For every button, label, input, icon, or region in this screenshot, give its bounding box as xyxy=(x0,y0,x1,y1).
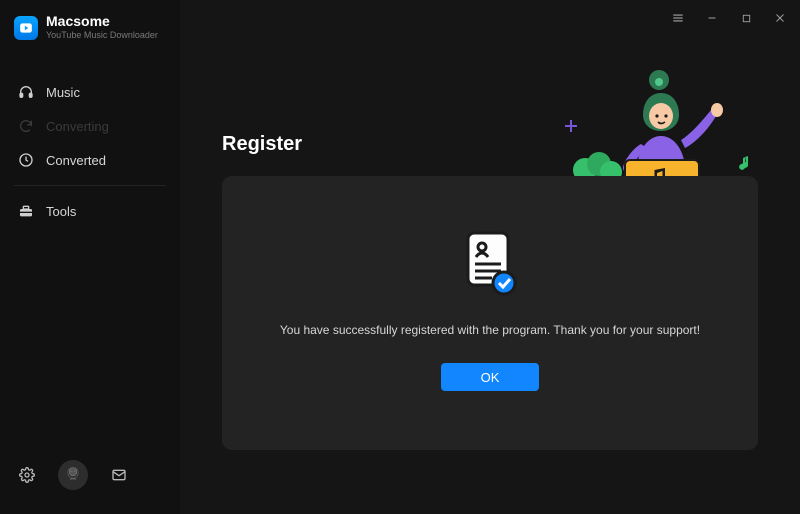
register-success-card: You have successfully registered with th… xyxy=(222,176,758,450)
sidebar-item-converted[interactable]: Converted xyxy=(0,143,180,177)
avatar-icon xyxy=(64,466,82,484)
maximize-icon xyxy=(741,13,752,24)
close-button[interactable] xyxy=(772,10,788,26)
divider xyxy=(14,185,166,186)
avatar[interactable] xyxy=(58,460,88,490)
settings-button[interactable] xyxy=(14,462,40,488)
mail-icon xyxy=(111,467,127,483)
sidebar-item-label: Converted xyxy=(46,153,106,168)
sidebar-item-label: Music xyxy=(46,85,80,100)
close-icon xyxy=(774,12,786,24)
clock-icon xyxy=(18,152,34,168)
sidebar-footer xyxy=(0,450,180,504)
minimize-button[interactable] xyxy=(704,10,720,26)
headphones-icon xyxy=(18,84,34,100)
gear-icon xyxy=(19,467,35,483)
window-controls xyxy=(670,10,788,26)
register-success-message: You have successfully registered with th… xyxy=(280,323,700,337)
nav: Music Converting Converted xyxy=(0,75,180,228)
sidebar-item-tools[interactable]: Tools xyxy=(0,194,180,228)
maximize-button[interactable] xyxy=(738,10,754,26)
brand: Macsome YouTube Music Downloader xyxy=(0,14,180,55)
sync-icon xyxy=(18,118,34,134)
app-logo xyxy=(14,16,38,40)
page-title: Register xyxy=(222,133,302,156)
app-name: Macsome xyxy=(46,14,158,29)
register-success-icon xyxy=(462,231,518,297)
ok-button[interactable]: OK xyxy=(441,363,539,391)
toolbox-icon xyxy=(18,203,34,219)
feedback-button[interactable] xyxy=(106,462,132,488)
sidebar-item-music[interactable]: Music xyxy=(0,75,180,109)
menu-button[interactable] xyxy=(670,10,686,26)
app-subtitle: YouTube Music Downloader xyxy=(46,31,158,41)
sidebar-item-label: Tools xyxy=(46,204,76,219)
sidebar-item-label: Converting xyxy=(46,119,109,134)
logo-icon xyxy=(19,21,33,35)
brand-text: Macsome YouTube Music Downloader xyxy=(46,14,158,41)
menu-icon xyxy=(671,11,685,25)
minimize-icon xyxy=(706,12,718,24)
sidebar: Macsome YouTube Music Downloader Music xyxy=(0,0,180,514)
sidebar-item-converting: Converting xyxy=(0,109,180,143)
main: Register You have successfully registere… xyxy=(180,0,800,514)
